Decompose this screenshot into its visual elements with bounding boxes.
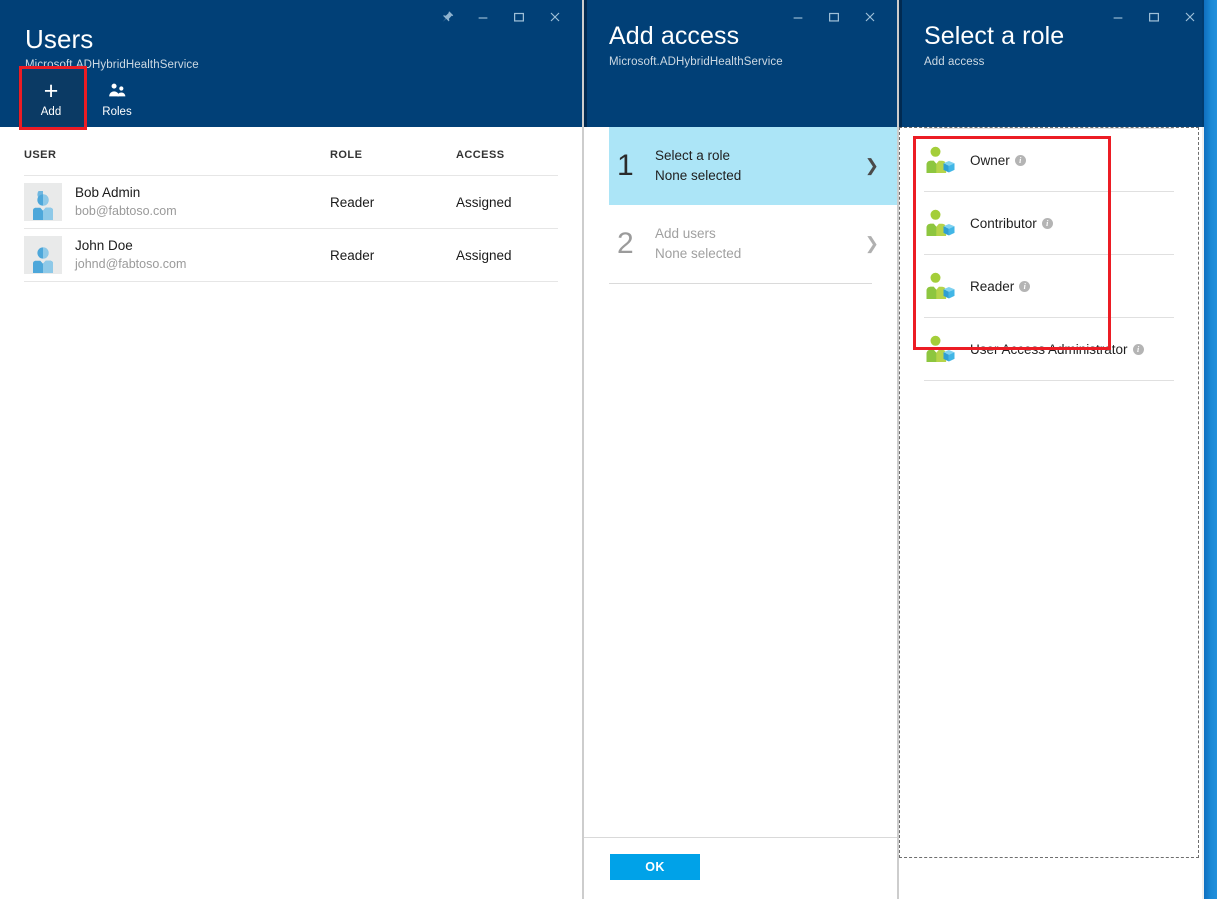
blade-resize-edge[interactable] [1204,0,1217,899]
role-list: Owner i Contributor i Reader i User Acce… [900,128,1198,381]
blade-select-a-role-window-controls [1101,0,1217,34]
chevron-right-icon: ❯ [864,156,879,175]
role-user-resource-icon [924,334,958,364]
info-icon[interactable]: i [1132,343,1144,355]
step-number: 2 [617,227,634,260]
blade-header-accent-stripe [899,0,902,127]
maximize-icon[interactable] [817,2,851,32]
role-user-resource-icon [924,208,958,238]
step-title: Select a role [655,148,731,164]
roles-button-label: Roles [102,105,132,118]
steps-divider [609,283,872,284]
user-email: bob@fabtoso.com [75,203,177,218]
user-name: Bob Admin [75,185,141,201]
role-item-contributor[interactable]: Contributor i [924,192,1174,255]
blade-add-access: Add access Microsoft.ADHybridHealthServi… [582,0,897,899]
step-text: Select a role None selected [655,146,865,185]
blade-users-window-controls [430,0,582,34]
users-table: USER ROLE ACCESS Bob Admin bob@fabtoso.c… [24,127,558,282]
role-item-user-access-administrator[interactable]: User Access Administrator i [924,318,1174,381]
role-list-scroll-region[interactable]: Owner i Contributor i Reader i User Acce… [899,127,1199,858]
info-icon[interactable]: i [1041,217,1053,229]
minimize-icon[interactable] [1101,2,1135,32]
maximize-icon[interactable] [502,2,536,32]
portal-blade-stage: Users Microsoft.ADHybridHealthService + … [0,0,1217,899]
column-header-role: ROLE [330,149,363,161]
role-label: Contributor [970,215,1037,231]
user-avatar-icon [24,183,62,221]
role-item-reader[interactable]: Reader i [924,255,1174,318]
step-text: Add users None selected [655,224,865,263]
user-access: Assigned [456,247,512,263]
user-identity: Bob Admin bob@fabtoso.com [75,184,177,219]
roles-icon [107,78,127,104]
user-name: John Doe [75,238,133,254]
role-label: Reader [970,278,1015,294]
add-access-body: 1 Select a role None selected ❯ 2 Add us… [584,127,897,284]
blade-add-access-window-controls [781,0,897,34]
users-toolbar: + Add Roles [18,70,150,126]
plus-icon: + [43,76,59,105]
step-subtitle: None selected [655,168,742,183]
step-number: 1 [617,149,634,182]
minimize-icon[interactable] [466,2,500,32]
user-cell: Bob Admin bob@fabtoso.com [24,183,330,221]
column-header-user: USER [24,149,57,161]
blade-header-accent-stripe [584,0,587,127]
page-subtitle: Microsoft.ADHybridHealthService [25,59,199,71]
roles-button[interactable]: Roles [84,70,150,126]
blade-select-a-role: Select a role Add access Owner i Contrib… [897,0,1217,899]
add-button-label: Add [40,105,62,118]
role-label: User Access Administrator [970,341,1128,357]
role-user-resource-icon [924,271,958,301]
user-identity: John Doe johnd@fabtoso.com [75,237,186,272]
add-button[interactable]: + Add [18,70,84,126]
info-icon[interactable]: i [1014,154,1026,166]
maximize-icon[interactable] [1137,2,1171,32]
table-row[interactable]: Bob Admin bob@fabtoso.com Reader Assigne… [24,175,558,228]
page-subtitle: Add access [924,56,985,68]
page-subtitle: Microsoft.ADHybridHealthService [609,56,783,68]
chevron-right-icon: ❯ [864,234,879,253]
close-icon[interactable] [538,2,572,32]
user-access: Assigned [456,194,512,210]
step-subtitle: None selected [655,246,742,261]
users-table-header: USER ROLE ACCESS [24,149,558,175]
column-header-access: ACCESS [456,149,505,161]
blade-users-header: Users Microsoft.ADHybridHealthService + … [0,0,582,127]
close-icon[interactable] [853,2,887,32]
add-access-footer: OK [584,837,897,899]
user-role: Reader [330,247,375,263]
ok-button[interactable]: OK [610,854,700,880]
role-user-resource-icon [924,145,958,175]
users-body: USER ROLE ACCESS Bob Admin bob@fabtoso.c… [0,127,582,282]
step-title: Add users [655,226,716,242]
table-row[interactable]: John Doe johnd@fabtoso.com Reader Assign… [24,228,558,282]
info-icon[interactable]: i [1019,280,1031,292]
blade-users: Users Microsoft.ADHybridHealthService + … [0,0,582,899]
user-avatar-icon [24,236,62,274]
user-email: johnd@fabtoso.com [75,256,187,271]
blade-select-a-role-header: Select a role Add access [899,0,1217,127]
role-label: Owner [970,152,1010,168]
user-role: Reader [330,194,375,210]
user-cell: John Doe johnd@fabtoso.com [24,236,330,274]
step-add-users[interactable]: 2 Add users None selected ❯ [609,205,897,283]
blade-add-access-header: Add access Microsoft.ADHybridHealthServi… [584,0,897,127]
minimize-icon[interactable] [781,2,815,32]
pin-icon[interactable] [430,2,464,32]
role-item-owner[interactable]: Owner i [924,128,1174,192]
step-select-a-role[interactable]: 1 Select a role None selected ❯ [609,127,897,205]
